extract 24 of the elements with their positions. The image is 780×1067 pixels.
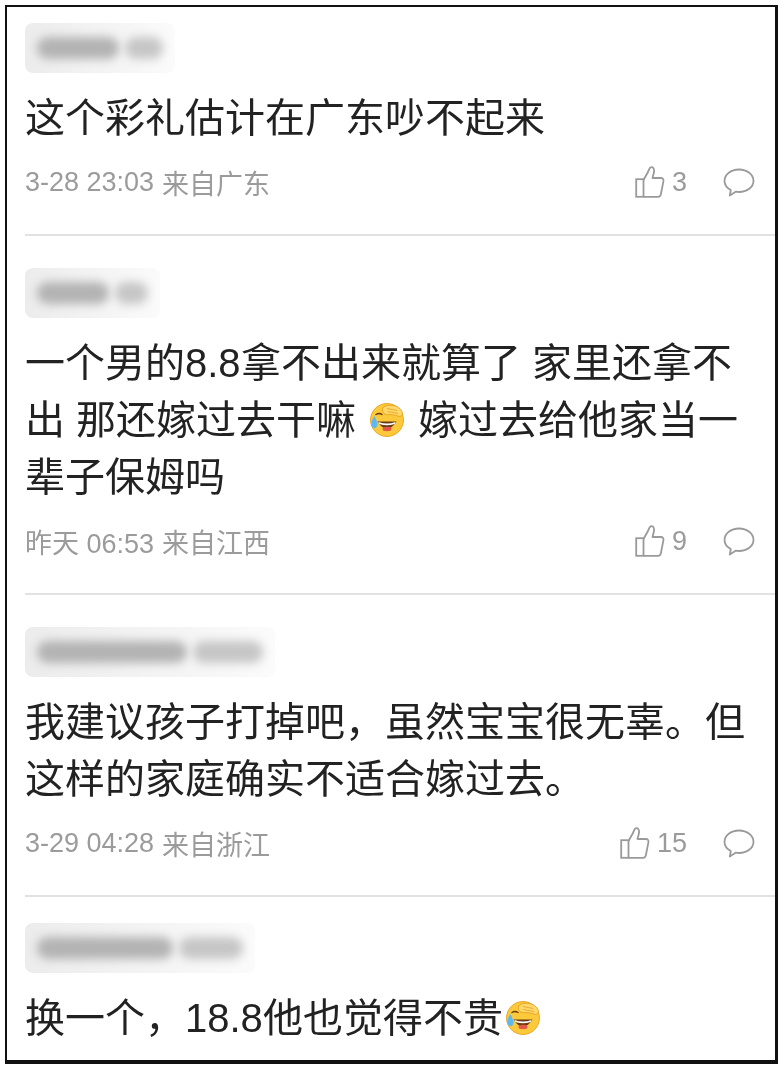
comment-time: 昨天 06:53 bbox=[25, 527, 155, 561]
speech-bubble-icon bbox=[723, 828, 755, 858]
comment-time: 3-29 04:28 bbox=[25, 827, 155, 859]
like-button[interactable]: 3 bbox=[634, 166, 687, 198]
like-button[interactable]: 9 bbox=[634, 525, 687, 557]
thumbs-up-icon bbox=[634, 166, 665, 198]
comment-button[interactable] bbox=[723, 526, 755, 556]
comment-time: 3-28 23:03 bbox=[25, 166, 155, 198]
comment-text: 换一个，18.8他也觉得不贵 bbox=[25, 990, 543, 1047]
speech-bubble-icon bbox=[723, 526, 755, 556]
comment-text: 一个男的8.8拿不出来就算了 家里还拿不出 那还嫁过去干嘛 嫁过去给他家当一辈子保姆吗 bbox=[25, 340, 740, 501]
laughing-face-emoji-icon bbox=[369, 402, 406, 438]
comment-button[interactable] bbox=[723, 167, 755, 197]
thumbs-up-icon bbox=[619, 827, 650, 859]
comment-location: 来自浙江 bbox=[162, 829, 271, 863]
comment-location: 来自广东 bbox=[162, 168, 271, 202]
comment-text: 我建议孩子打掉吧，虽然宝宝很无辜。但这样的家庭确实不适合嫁过去。 bbox=[25, 699, 746, 803]
comment-button[interactable] bbox=[723, 828, 755, 858]
like-button[interactable]: 15 bbox=[619, 827, 687, 859]
comment-location: 来自江西 bbox=[162, 527, 271, 561]
laughing-face-emoji-icon bbox=[504, 1000, 541, 1036]
speech-bubble-icon bbox=[723, 167, 755, 197]
thumbs-up-icon bbox=[634, 525, 665, 557]
comment-text: 这个彩礼估计在广东吵不起来 bbox=[25, 95, 545, 142]
